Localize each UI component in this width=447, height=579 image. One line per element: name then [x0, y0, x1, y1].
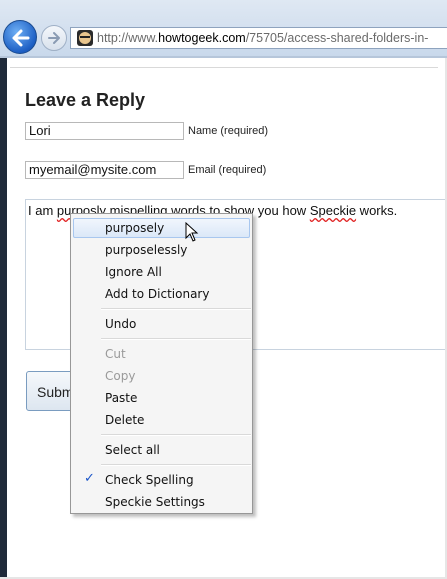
- back-arrow-icon: [12, 29, 30, 47]
- menu-separator: [101, 434, 251, 436]
- mouse-pointer-icon: [185, 222, 199, 242]
- menu-item-ignore-all[interactable]: Ignore All: [73, 262, 250, 282]
- menu-item-copy: Copy: [105, 369, 136, 383]
- page-title: Leave a Reply: [25, 90, 146, 110]
- menu-item-undo[interactable]: Undo: [73, 314, 250, 334]
- url-domain: howtogeek.com: [158, 31, 246, 45]
- menu-separator: [101, 308, 251, 310]
- name-field[interactable]: Lori: [25, 122, 184, 140]
- comment-text-part: I am: [28, 203, 57, 218]
- comment-text-part: works.: [356, 203, 398, 218]
- url-text: http://www.howtogeek.com/75705/access-sh…: [97, 31, 428, 45]
- name-label: Name (required): [188, 125, 269, 137]
- back-button[interactable]: [3, 20, 37, 54]
- menu-separator: [101, 338, 251, 340]
- menu-item-delete[interactable]: Delete: [73, 410, 250, 430]
- menu-item-suggestion-purposely[interactable]: purposely: [73, 218, 250, 238]
- site-favicon-icon: [77, 30, 93, 46]
- menu-item-label: Check Spelling: [105, 473, 194, 487]
- url-prefix: http://www.: [97, 31, 159, 45]
- forward-button[interactable]: [41, 25, 67, 51]
- menu-item-check-spelling[interactable]: ✓ Check Spelling: [73, 470, 250, 490]
- misspelled-word: Speckie: [309, 203, 357, 218]
- menu-separator: [101, 464, 251, 466]
- url-path: /75705/access-shared-folders-in-: [245, 31, 429, 45]
- section-divider: [10, 67, 438, 68]
- forward-arrow-icon: [48, 32, 60, 44]
- context-menu: purposely purposelessly Ignore All Add t…: [70, 213, 253, 514]
- menu-item-speckie-settings[interactable]: Speckie Settings: [73, 492, 250, 512]
- menu-item-cut: Cut: [105, 347, 126, 361]
- address-bar[interactable]: http://www.howtogeek.com/75705/access-sh…: [70, 27, 447, 49]
- email-label: Email (required): [188, 164, 267, 176]
- menu-item-suggestion-purposelessly[interactable]: purposelessly: [73, 240, 250, 260]
- menu-item-paste[interactable]: Paste: [73, 388, 250, 408]
- menu-item-add-to-dictionary[interactable]: Add to Dictionary: [73, 284, 250, 304]
- email-field[interactable]: myemail@mysite.com: [25, 161, 184, 179]
- page-left-border: [0, 58, 7, 579]
- checkmark-icon: ✓: [84, 471, 95, 486]
- menu-item-select-all[interactable]: Select all: [73, 440, 250, 460]
